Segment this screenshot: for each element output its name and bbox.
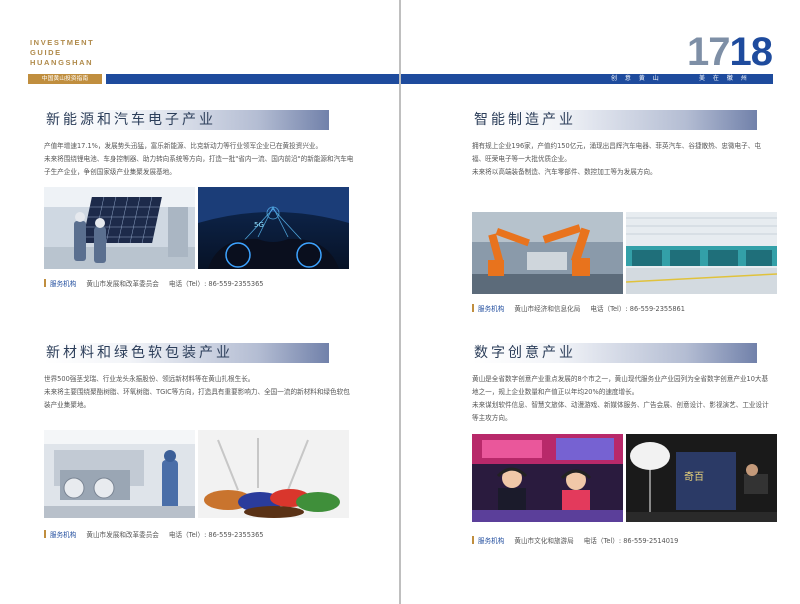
service-info: 服务机构 黄山市经济和信息化局 电话（Tel）: 86-559-2355861 xyxy=(472,304,777,314)
section-paragraph: 未来将围绕锂电池、车身控制器、助力转向系统等方向，打造一批"省内一流、国内前沿"… xyxy=(44,155,354,176)
svg-text:5G: 5G xyxy=(254,221,264,229)
service-tel: 电话（Tel）: 86-559-2355365 xyxy=(168,531,264,539)
service-org: 黄山市经济和信息化局 xyxy=(514,305,581,313)
slogan-right: 美 在 徽 州 xyxy=(699,75,750,82)
left-page: INVESTMENT GUIDE HUANGSHAN 中国黄山投资指南 新能源和… xyxy=(0,0,399,604)
photo-factory-worker xyxy=(44,430,195,518)
service-tel: 电话（Tel）: 86-559-2355365 xyxy=(168,280,264,288)
section-title: 新材料和绿色软包装产业 xyxy=(46,345,233,361)
page-number-left: 17 xyxy=(687,30,730,74)
photo-car-dashboard: 5G xyxy=(198,187,349,269)
section-header: 新材料和绿色软包装产业 xyxy=(44,343,329,363)
section-body: 产值年增速17.1%，发展势头迅猛，富乐新能源、比克新动力等行业领军企业已在黄投… xyxy=(44,140,356,179)
service-info: 服务机构 黄山市发展和改革委员会 电话（Tel）: 86-559-2355365 xyxy=(44,530,356,540)
brand-logo: INVESTMENT GUIDE HUANGSHAN xyxy=(30,38,94,68)
section-paragraph: 黄山是全省数字创意产业重点发展的8个市之一，黄山现代服务业产业园列为全省数字创意… xyxy=(472,375,769,396)
section-title: 智能制造产业 xyxy=(474,112,576,128)
photo-esports-gamers xyxy=(472,434,623,522)
right-page: 1718 创 意 黄 山 美 在 徽 州 智能制造产业 拥有规上企业196家，产… xyxy=(401,0,800,604)
section-paragraph: 未来谋划软件信息、智慧文旅体、动漫游戏、新媒体服务、广告会展、创意设计、影视演艺… xyxy=(472,401,769,422)
section-paragraph: 拥有规上企业196家，产值约150亿元，涌现出昌辉汽车电器、菲英汽车、谷捷散热、… xyxy=(472,142,761,163)
section-header: 数字创意产业 xyxy=(472,343,757,363)
service-marker xyxy=(44,279,46,287)
section-new-materials: 新材料和绿色软包装产业 世界500强茎戈瑞、行业龙头永振股份、领远新材料等在黄山… xyxy=(44,343,356,540)
service-marker xyxy=(472,304,474,312)
header-bar-left xyxy=(106,74,399,84)
photo-film-studio: 奇百 xyxy=(626,434,777,522)
section-smart-manufacturing: 智能制造产业 拥有规上企业196家，产值约150亿元，涌现出昌辉汽车电器、菲英汽… xyxy=(472,110,777,314)
page-numbers: 1718 xyxy=(687,30,773,74)
section-paragraph: 产值年增速17.1%，发展势头迅猛，富乐新能源、比克新动力等行业领军企业已在黄投… xyxy=(44,142,323,150)
service-label: 服务机构 xyxy=(50,531,77,539)
service-info: 服务机构 黄山市文化和旅游局 电话（Tel）: 86-559-2514019 xyxy=(472,536,777,546)
section-body: 世界500强茎戈瑞、行业龙头永振股份、领远新材料等在黄山扎根生长。 未来将主要围… xyxy=(44,373,356,412)
service-info: 服务机构 黄山市发展和改革委员会 电话（Tel）: 86-559-2355365 xyxy=(44,279,356,289)
photo-plastic-pellets xyxy=(198,430,349,518)
page-number-right: 18 xyxy=(729,30,773,74)
service-label: 服务机构 xyxy=(478,537,505,545)
brand-line-1: INVESTMENT xyxy=(30,38,95,47)
photo-row: 5G xyxy=(44,187,356,269)
service-org: 黄山市文化和旅游局 xyxy=(514,537,574,545)
photo-row xyxy=(472,212,777,294)
guide-tag: 中国黄山投资指南 xyxy=(28,74,102,84)
service-tel: 电话（Tel）: 86-559-2355861 xyxy=(590,305,685,313)
section-body: 拥有规上企业196家，产值约150亿元，涌现出昌辉汽车电器、菲英汽车、谷捷散热、… xyxy=(472,140,770,179)
section-body: 黄山是全省数字创意产业重点发展的8个市之一，黄山现代服务业产业园列为全省数字创意… xyxy=(472,373,770,425)
photo-row: 奇百 xyxy=(472,434,777,522)
svg-text:奇百: 奇百 xyxy=(684,470,704,483)
section-header: 智能制造产业 xyxy=(472,110,757,130)
slogan-left: 创 意 黄 山 xyxy=(611,75,662,82)
section-header: 新能源和汽车电子产业 xyxy=(44,110,329,130)
brand-line-3: HUANGSHAN xyxy=(30,58,94,67)
section-paragraph: 世界500强茎戈瑞、行业龙头永振股份、领远新材料等在黄山扎根生长。 xyxy=(44,375,255,383)
section-paragraph: 未来将主要围绕聚酯树脂、环氧树脂、TGIC等方向，打造具有重要影响力、全国一流的… xyxy=(44,388,350,409)
section-new-energy: 新能源和汽车电子产业 产值年增速17.1%，发展势头迅猛，富乐新能源、比克新动力… xyxy=(44,110,356,289)
photo-row xyxy=(44,430,356,518)
service-marker xyxy=(472,536,474,544)
section-digital-creative: 数字创意产业 黄山是全省数字创意产业重点发展的8个市之一，黄山现代服务业产业园列… xyxy=(472,343,777,546)
photo-factory-hall xyxy=(626,212,777,294)
section-title: 数字创意产业 xyxy=(474,345,576,361)
section-title: 新能源和汽车电子产业 xyxy=(46,112,216,128)
photo-solar-panel-workers xyxy=(44,187,195,269)
service-tel: 电话（Tel）: 86-559-2514019 xyxy=(583,537,679,545)
photo-robot-arms xyxy=(472,212,623,294)
service-label: 服务机构 xyxy=(478,305,505,313)
brand-line-2: GUIDE xyxy=(30,48,62,57)
service-label: 服务机构 xyxy=(50,280,77,288)
service-org: 黄山市发展和改革委员会 xyxy=(86,280,159,288)
section-paragraph: 未来将以高端装备制造、汽车零部件、数控加工等为发展方向。 xyxy=(472,168,657,176)
service-org: 黄山市发展和改革委员会 xyxy=(86,531,159,539)
service-marker xyxy=(44,530,46,538)
